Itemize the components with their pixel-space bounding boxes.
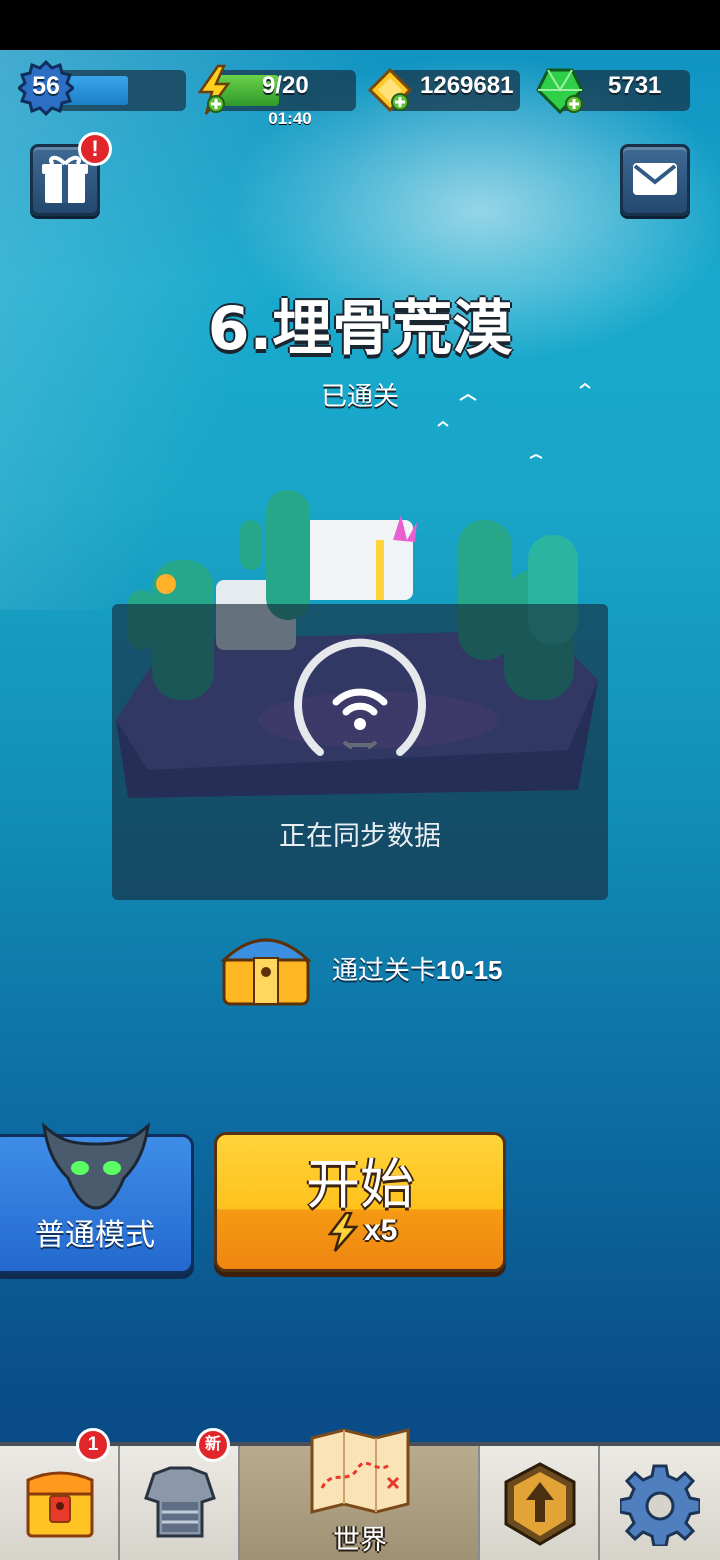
gear-icon xyxy=(620,1464,700,1546)
start-energy-cost: x5 xyxy=(364,1214,398,1247)
birds-decoration xyxy=(437,342,591,459)
mail-icon xyxy=(633,163,677,195)
reward-range: 10-15 xyxy=(436,955,503,985)
gem-plus-icon xyxy=(536,68,584,115)
energy-bolt-icon xyxy=(197,64,231,115)
sync-spinner-icon xyxy=(294,638,426,756)
level-progress-bar xyxy=(56,70,186,111)
status-bar xyxy=(0,0,720,50)
armor-icon xyxy=(144,1466,216,1538)
upgrade-arrow-icon xyxy=(504,1462,576,1546)
gold-value: 1269681 xyxy=(420,72,514,99)
tab-world-label: 世界 xyxy=(333,1525,387,1556)
gem-value: 5731 xyxy=(608,72,662,99)
normal-mode-label: 普通模式 xyxy=(35,1218,155,1253)
mail-button[interactable] xyxy=(620,144,690,216)
reward-condition: 通过关卡10-15 xyxy=(332,950,503,987)
gold-plus-icon xyxy=(367,67,413,113)
energy-timer: 01:40 xyxy=(268,109,312,128)
equipment-new-badge: 新 xyxy=(196,1428,230,1462)
player-level-value: 56 xyxy=(32,72,60,100)
start-label: 开始 xyxy=(306,1153,414,1216)
energy-value: 9/20 xyxy=(262,72,309,99)
reward-prefix: 通过关卡 xyxy=(332,956,437,986)
locked-chest-icon xyxy=(26,1471,94,1538)
gift-alert-badge: ! xyxy=(78,132,112,166)
treasure-map-icon xyxy=(310,1428,410,1514)
tab-equipment[interactable] xyxy=(120,1446,240,1560)
demon-mask-icon xyxy=(41,1122,151,1210)
tab-chests[interactable] xyxy=(0,1446,120,1560)
tab-upgrade[interactable] xyxy=(480,1446,600,1560)
player-level-badge[interactable]: 56 xyxy=(16,59,76,117)
energy-cost-icon xyxy=(327,1212,359,1252)
chest-count-badge: 1 xyxy=(76,1428,110,1462)
tab-settings[interactable] xyxy=(600,1446,720,1560)
treasure-chest-icon xyxy=(220,938,312,1006)
sync-message: 正在同步数据 xyxy=(279,821,441,852)
